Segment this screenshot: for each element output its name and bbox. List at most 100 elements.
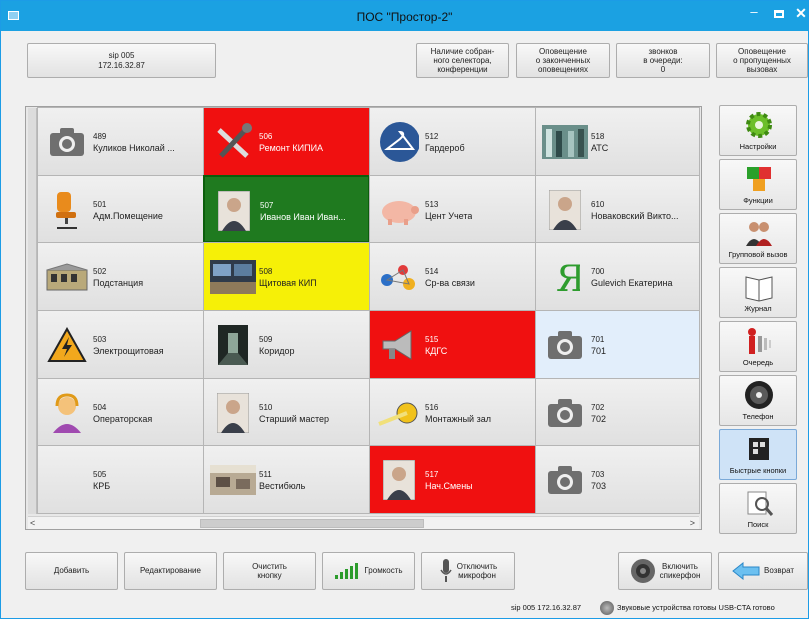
title-bar[interactable]: ПОС "Простор-2" – ✕	[1, 1, 808, 31]
group-call-button[interactable]: Групповой вызов	[719, 213, 797, 264]
finished-alerts-button[interactable]: Оповещение о законченных оповещениях	[516, 43, 610, 78]
horizontal-scrollbar[interactable]: < >	[28, 516, 699, 529]
mute-microphone-label: Отключить микрофон	[456, 561, 498, 580]
speed-dial-button-610[interactable]: 610 Новаковский Викто...	[535, 174, 700, 244]
extension-number: 502	[93, 267, 107, 277]
speakerphone-label: Включить спикерфон	[659, 561, 701, 580]
speed-dial-button-508[interactable]: 508 Щитовая КИП	[203, 242, 370, 312]
extension-number: 513	[425, 199, 439, 209]
speed-dial-grid: 489 Куликов Николай ... 506 Ремонт КИПИА 512…	[25, 106, 702, 530]
speed-dial-button-517[interactable]: 517 Нач.Смены	[369, 445, 536, 515]
gear-icon	[744, 110, 774, 140]
volume-button[interactable]: Громкость	[322, 552, 415, 590]
speed-dial-button-515[interactable]: 515 КДГС	[369, 310, 536, 379]
journal-icon	[744, 272, 774, 302]
minimize-button[interactable]: –	[743, 5, 765, 23]
speed-dial-button-518[interactable]: 518 АТС	[535, 107, 700, 176]
sidebar-label: Групповой вызов	[728, 250, 788, 259]
extension-name: Щитовая КИП	[259, 278, 317, 289]
sidebar-label: Настройки	[739, 142, 777, 151]
main-window: ПОС "Простор-2" – ✕ sip 005 172.16.32.87 …	[0, 0, 809, 619]
speed-dial-button-505[interactable]: 505 КРБ	[37, 445, 204, 515]
edit-button[interactable]: Редактирование	[124, 552, 217, 590]
speed-dial-button-703[interactable]: 703 703	[535, 445, 700, 515]
speed-dial-button-702[interactable]: 702 702	[535, 377, 700, 447]
extension-name: Вестибюль	[259, 481, 306, 492]
speed-dial-button-506[interactable]: 506 Ремонт КИПИА	[203, 107, 370, 176]
clear-button[interactable]: Очистить кнопку	[223, 552, 316, 590]
speed-dial-button-489[interactable]: 489 Куликов Николай ...	[37, 107, 204, 176]
camera-icon	[545, 460, 585, 500]
speed-dial-button-504[interactable]: 504 Операторская	[37, 377, 204, 447]
volume-bars-icon	[335, 563, 359, 579]
extension-number: 509	[259, 335, 273, 345]
journal-button[interactable]: Журнал	[719, 267, 797, 318]
add-button[interactable]: Добавить	[25, 552, 118, 590]
speed-dial-button-510[interactable]: 510 Старший мастер	[203, 377, 370, 447]
lobby-photo	[208, 460, 258, 500]
extension-name: Ср-ва связи	[425, 278, 475, 289]
speaker-horn-icon	[379, 325, 419, 365]
extension-name: Монтажный зал	[425, 413, 491, 424]
speakerphone-button[interactable]: Включить спикерфон	[618, 552, 712, 590]
close-button[interactable]: ✕	[792, 5, 808, 23]
speed-dial-button-511[interactable]: 511 Вестибюль	[203, 445, 370, 515]
phone-dial-icon	[744, 380, 774, 410]
window-title: ПОС "Простор-2"	[356, 10, 453, 24]
missed-calls-button[interactable]: Оповещение о пропущенных вызовах	[716, 43, 808, 78]
scroll-right-arrow[interactable]: >	[690, 518, 695, 528]
sip-info-button[interactable]: sip 005 172.16.32.87	[27, 43, 216, 78]
sidebar-label: Поиск	[747, 520, 769, 529]
calls-in-queue-button[interactable]: звонков в очереди: 0	[616, 43, 710, 78]
speed-dial-button-509[interactable]: 509 Коридор	[203, 310, 370, 379]
speed-dial-button-513[interactable]: 513 Цент Учета	[369, 174, 536, 244]
speed-dial-button-516[interactable]: 516 Монтажный зал	[369, 377, 536, 447]
camera-icon	[545, 325, 585, 365]
speed-dial-button-503[interactable]: 503 Электрощитовая	[37, 310, 204, 379]
maximize-button[interactable]	[768, 5, 790, 23]
back-label: Возврат	[764, 566, 794, 576]
extension-name: 703	[591, 481, 607, 492]
phone-button[interactable]: Телефон	[719, 375, 797, 426]
search-button[interactable]: Поиск	[719, 483, 797, 534]
settings-button[interactable]: Настройки	[719, 105, 797, 156]
tools-icon	[213, 122, 253, 162]
extension-number: 503	[93, 335, 107, 345]
speed-dial-button-700[interactable]: Я 700Gulevich Екатерина	[535, 242, 700, 312]
speed-dial-button-701[interactable]: 701 701	[535, 310, 700, 379]
extension-number: 518	[591, 132, 605, 141]
volume-label: Громкость	[364, 566, 403, 576]
yandex-logo-icon: Я	[545, 257, 585, 297]
conference-status-button[interactable]: Наличие собран- ного селектора, конферен…	[416, 43, 509, 78]
quick-buttons-button[interactable]: Быстрые кнопки	[719, 429, 797, 480]
queue-button[interactable]: Очередь	[719, 321, 797, 372]
speed-dial-button-512[interactable]: 512 Гардероб	[369, 107, 536, 176]
speed-dial-button-501[interactable]: 501 Адм.Помещение	[37, 174, 204, 244]
back-button[interactable]: Возврат	[718, 552, 808, 590]
extension-name: 701	[591, 346, 607, 357]
sidebar-label: Очередь	[742, 358, 774, 367]
mute-microphone-button[interactable]: Отключить микрофон	[421, 552, 515, 590]
extension-number: 512	[425, 132, 439, 141]
scroll-left-arrow[interactable]: <	[30, 518, 35, 528]
tape-measure-icon	[374, 393, 424, 433]
sound-device-icon	[600, 601, 614, 615]
sip-account: sip 005	[108, 51, 135, 61]
scroll-thumb[interactable]	[200, 519, 424, 528]
camera-icon	[545, 393, 585, 433]
speed-dial-button-502[interactable]: 502 Подстанция	[37, 242, 204, 312]
extension-name: Старший мастер	[259, 413, 330, 424]
camera-icon	[47, 122, 87, 162]
queue-icon	[744, 326, 774, 356]
extension-number: 508	[259, 267, 273, 277]
extension-number: 700	[591, 267, 605, 277]
speed-dial-button-514[interactable]: 514 Ср-ва связи	[369, 242, 536, 312]
extension-number: 610	[591, 199, 605, 209]
group-call-icon	[744, 218, 774, 248]
quick-buttons-icon	[744, 434, 774, 464]
extension-name: 702	[591, 413, 607, 424]
speed-dial-button-507[interactable]: 507 Иванов Иван Иван...	[203, 174, 370, 244]
functions-button[interactable]: Функции	[719, 159, 797, 210]
person-photo	[214, 190, 254, 231]
extension-name: АТС	[591, 143, 609, 153]
